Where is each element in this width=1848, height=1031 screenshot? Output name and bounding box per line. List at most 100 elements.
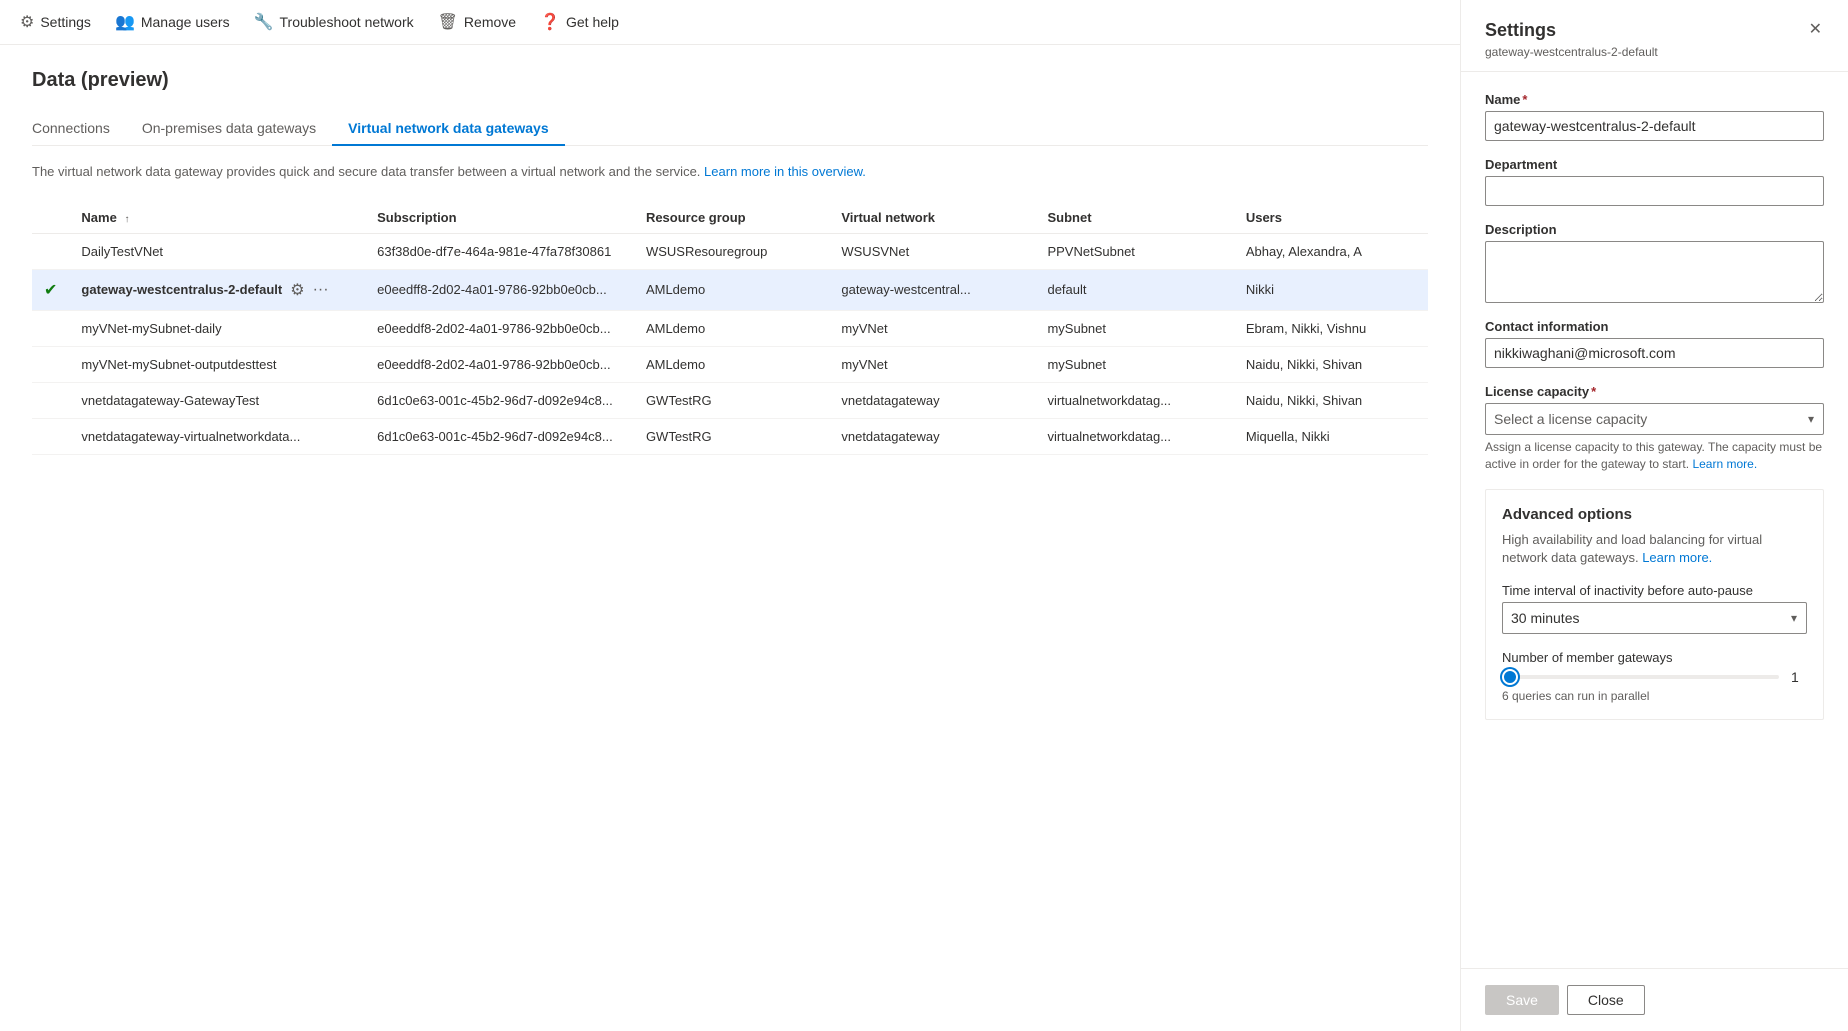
- row-users: Naidu, Nikki, Shivan: [1234, 382, 1428, 418]
- row-users: Naidu, Nikki, Shivan: [1234, 346, 1428, 382]
- row-subscription: e0eedff8-2d02-4a01-9786-92bb0e0cb...: [365, 269, 634, 310]
- row-status-cell: [32, 233, 69, 269]
- toolbar: ⚙ Settings 👥 Manage users 🔧 Troubleshoot…: [0, 0, 1460, 45]
- panel-subtitle: gateway-westcentralus-2-default: [1485, 45, 1658, 59]
- row-virtual-network: WSUSVNet: [829, 233, 1035, 269]
- toolbar-settings-label: Settings: [40, 14, 91, 30]
- row-name-cell: gateway-westcentralus-2-default ⚙ ···: [69, 269, 365, 310]
- row-status-cell: [32, 310, 69, 346]
- main-content: ⚙ Settings 👥 Manage users 🔧 Troubleshoot…: [0, 0, 1460, 1031]
- row-status-cell: [32, 346, 69, 382]
- department-label: Department: [1485, 157, 1824, 172]
- description-text: The virtual network data gateway provide…: [32, 162, 1428, 182]
- description-link[interactable]: Learn more in this overview.: [704, 164, 866, 179]
- time-interval-select[interactable]: 30 minutes 1 hour 2 hours Never: [1502, 602, 1807, 634]
- table-header-row: Name ↑ Subscription Resource group Virtu…: [32, 202, 1428, 234]
- row-name: vnetdatagateway-GatewayTest: [69, 382, 365, 418]
- table-row[interactable]: ✔ gateway-westcentralus-2-default ⚙ ··· …: [32, 269, 1428, 310]
- toolbar-settings[interactable]: ⚙ Settings: [20, 12, 91, 32]
- row-users: Ebram, Nikki, Vishnu: [1234, 310, 1428, 346]
- tabs-bar: Connections On-premises data gateways Vi…: [32, 112, 1428, 146]
- col-subscription: Subscription: [365, 202, 634, 234]
- row-subscription: 6d1c0e63-001c-45b2-96d7-d092e94c8...: [365, 382, 634, 418]
- slider-hint: 6 queries can run in parallel: [1502, 689, 1807, 703]
- save-button[interactable]: Save: [1485, 985, 1559, 1015]
- row-more-icon[interactable]: ···: [313, 281, 329, 299]
- row-resource-group: GWTestRG: [634, 418, 829, 454]
- toolbar-manage-users[interactable]: 👥 Manage users: [115, 12, 230, 32]
- advanced-options-box: Advanced options High availability and l…: [1485, 489, 1824, 720]
- license-learn-more-link[interactable]: Learn more.: [1692, 457, 1757, 471]
- description-field-group: Description: [1485, 222, 1824, 303]
- settings-panel: Settings gateway-westcentralus-2-default…: [1460, 0, 1848, 1031]
- license-select-wrapper: Select a license capacity ▾: [1485, 403, 1824, 435]
- department-input[interactable]: [1485, 176, 1824, 206]
- contact-input[interactable]: [1485, 338, 1824, 368]
- troubleshoot-icon: 🔧: [254, 12, 274, 32]
- description-textarea[interactable]: [1485, 241, 1824, 303]
- col-users: Users: [1234, 202, 1428, 234]
- toolbar-troubleshoot[interactable]: 🔧 Troubleshoot network: [254, 12, 414, 32]
- row-status-cell: ✔: [32, 269, 69, 310]
- gateway-table: Name ↑ Subscription Resource group Virtu…: [32, 202, 1428, 455]
- toolbar-troubleshoot-label: Troubleshoot network: [280, 14, 414, 30]
- table-row[interactable]: myVNet-mySubnet-outputdestteste0eeddf8-2…: [32, 346, 1428, 382]
- advanced-learn-more-link[interactable]: Learn more.: [1642, 550, 1712, 565]
- name-label: Name*: [1485, 92, 1824, 107]
- close-panel-button[interactable]: ✕: [1807, 20, 1824, 40]
- row-subnet: default: [1035, 269, 1233, 310]
- row-resource-group: AMLdemo: [634, 310, 829, 346]
- manage-users-icon: 👥: [115, 12, 135, 32]
- table-row[interactable]: vnetdatagateway-virtualnetworkdata...6d1…: [32, 418, 1428, 454]
- toolbar-get-help[interactable]: ❓ Get help: [540, 12, 619, 32]
- member-gateways-slider[interactable]: [1502, 675, 1779, 679]
- row-name: gateway-westcentralus-2-default: [81, 282, 282, 297]
- license-select[interactable]: Select a license capacity: [1485, 403, 1824, 435]
- member-gateways-group: Number of member gateways 1 6 queries ca…: [1502, 650, 1807, 703]
- table-row[interactable]: vnetdatagateway-GatewayTest6d1c0e63-001c…: [32, 382, 1428, 418]
- description-label: Description: [1485, 222, 1824, 237]
- row-users: Miquella, Nikki: [1234, 418, 1428, 454]
- row-name: DailyTestVNet: [69, 233, 365, 269]
- col-virtual-network: Virtual network: [829, 202, 1035, 234]
- time-interval-label: Time interval of inactivity before auto-…: [1502, 583, 1807, 598]
- page-title: Data (preview): [32, 69, 1428, 92]
- name-input[interactable]: [1485, 111, 1824, 141]
- contact-label: Contact information: [1485, 319, 1824, 334]
- advanced-title: Advanced options: [1502, 506, 1807, 523]
- row-users: Nikki: [1234, 269, 1428, 310]
- table-row[interactable]: DailyTestVNet63f38d0e-df7e-464a-981e-47f…: [32, 233, 1428, 269]
- row-subnet: virtualnetworkdatag...: [1035, 382, 1233, 418]
- row-actions: gateway-westcentralus-2-default ⚙ ···: [81, 280, 353, 300]
- row-settings-icon[interactable]: ⚙: [290, 280, 304, 300]
- toolbar-manage-users-label: Manage users: [141, 14, 230, 30]
- row-resource-group: AMLdemo: [634, 346, 829, 382]
- row-subscription: 63f38d0e-df7e-464a-981e-47fa78f30861: [365, 233, 634, 269]
- row-subscription: e0eeddf8-2d02-4a01-9786-92bb0e0cb...: [365, 310, 634, 346]
- page-area: Data (preview) Connections On-premises d…: [0, 45, 1460, 1031]
- toolbar-get-help-label: Get help: [566, 14, 619, 30]
- tab-on-premises[interactable]: On-premises data gateways: [126, 112, 332, 146]
- slider-row: 1: [1502, 669, 1807, 685]
- settings-icon: ⚙: [20, 12, 34, 32]
- tab-connections[interactable]: Connections: [32, 112, 126, 146]
- row-name: myVNet-mySubnet-outputdesttest: [69, 346, 365, 382]
- table-row[interactable]: myVNet-mySubnet-dailye0eeddf8-2d02-4a01-…: [32, 310, 1428, 346]
- close-button[interactable]: Close: [1567, 985, 1645, 1015]
- license-label: License capacity*: [1485, 384, 1824, 399]
- name-field-group: Name*: [1485, 92, 1824, 141]
- toolbar-remove[interactable]: 🗑 Remove: [438, 12, 516, 32]
- row-name: vnetdatagateway-virtualnetworkdata...: [69, 418, 365, 454]
- row-resource-group: AMLdemo: [634, 269, 829, 310]
- panel-footer: Save Close: [1461, 968, 1848, 1031]
- time-interval-group: Time interval of inactivity before auto-…: [1502, 583, 1807, 634]
- tab-virtual-network[interactable]: Virtual network data gateways: [332, 112, 564, 146]
- time-interval-select-wrapper: 30 minutes 1 hour 2 hours Never ▾: [1502, 602, 1807, 634]
- row-subnet: PPVNetSubnet: [1035, 233, 1233, 269]
- license-field-group: License capacity* Select a license capac…: [1485, 384, 1824, 473]
- col-name[interactable]: Name ↑: [69, 202, 365, 234]
- row-subscription: 6d1c0e63-001c-45b2-96d7-d092e94c8...: [365, 418, 634, 454]
- name-sort-icon: ↑: [124, 214, 129, 225]
- row-subnet: mySubnet: [1035, 310, 1233, 346]
- row-subnet: mySubnet: [1035, 346, 1233, 382]
